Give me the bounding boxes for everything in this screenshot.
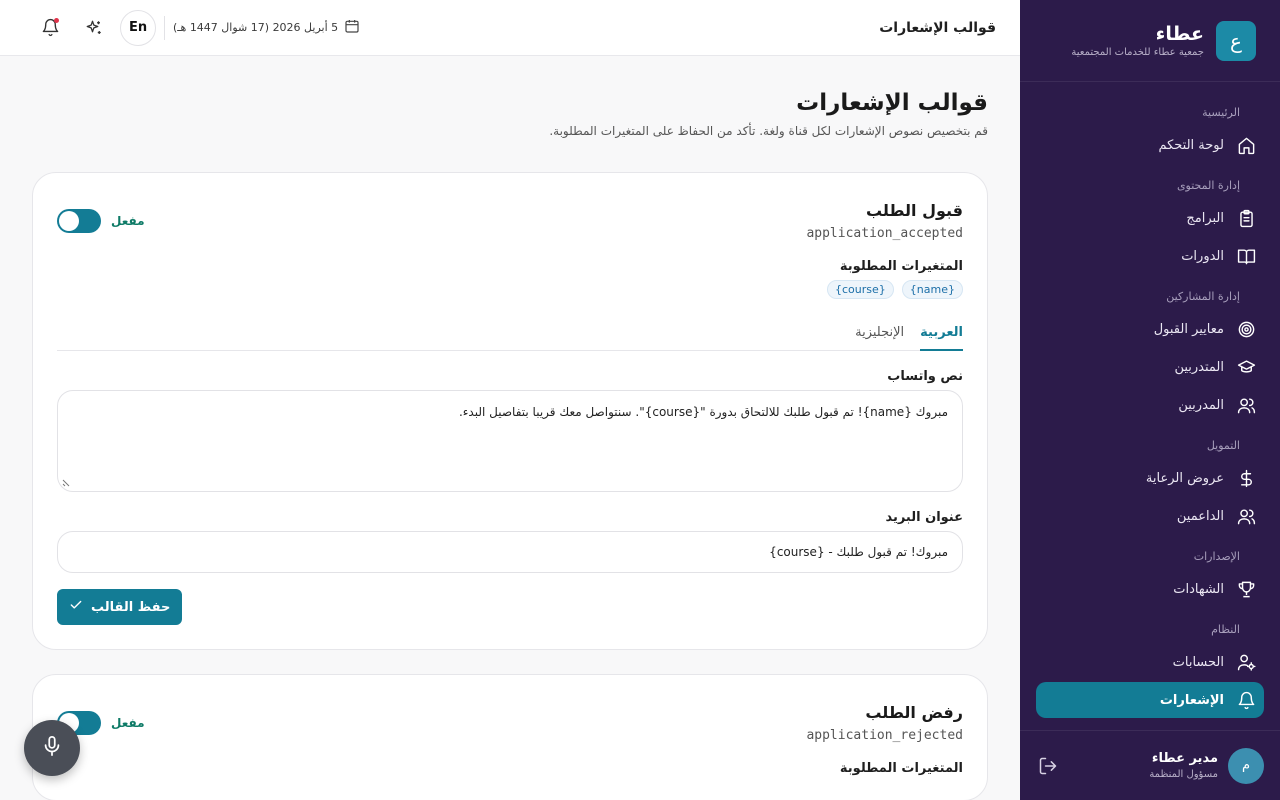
nav-section-system: النظام [1211, 623, 1240, 636]
toggle-label: مفعل [111, 214, 145, 228]
sidebar-item-label: لوحة التحكم [1158, 137, 1224, 153]
var-chip: {course} [827, 280, 894, 299]
template-title: قبول الطلب [865, 201, 963, 220]
sidebar-item-criteria[interactable]: معايير القبول [1036, 311, 1264, 347]
email-subject-text: مبروك! تم قبول طلبك - {course} [769, 545, 948, 559]
save-template-button[interactable]: حفظ القالب [57, 589, 183, 625]
nav-section-funding: التمويل [1206, 439, 1240, 452]
enabled-toggle-group: مفعل [57, 209, 145, 233]
users-icon [1236, 506, 1256, 526]
divider [164, 15, 165, 40]
dollar-icon [1236, 468, 1256, 488]
brand[interactable]: ع عطاء جمعية عطاء للخدمات المجتمعية [1020, 0, 1280, 82]
whatsapp-textarea[interactable]: مبروك {name}! تم قبول طلبك للالتحاق بدور… [57, 390, 963, 492]
sidebar-item-supporters[interactable]: الداعمين [1036, 498, 1264, 534]
sidebar-item-notifications[interactable]: الإشعارات [1036, 682, 1264, 718]
target-icon [1236, 319, 1256, 339]
page-title: قوالب الإشعارات [796, 90, 988, 116]
language-tabs: العربية الإنجليزية [57, 325, 963, 351]
page-subtitle: قم بتخصيص نصوص الإشعارات لكل قناة ولغة. … [549, 124, 988, 138]
avatar[interactable]: م [1228, 747, 1264, 784]
tab-arabic[interactable]: العربية [920, 325, 963, 351]
sidebar-item-label: معايير القبول [1153, 321, 1224, 337]
microphone-icon [41, 735, 63, 761]
sidebar-item-trainers[interactable]: المدربين [1036, 387, 1264, 423]
template-key: application_rejected [806, 728, 963, 743]
user-name: مدير عطاء [1151, 751, 1218, 766]
notification-dot [54, 17, 59, 23]
user-role: مسؤول المنظمة [1149, 769, 1218, 780]
sidebar-item-label: الإشعارات [1159, 692, 1224, 708]
sidebar-item-programs[interactable]: البرامج [1036, 200, 1264, 236]
book-icon [1236, 246, 1256, 266]
nav-section-home: الرئيسية [1202, 106, 1240, 119]
date-text: 5 أبريل 2026 (17 شوال 1447 هـ) [173, 21, 339, 34]
email-subject-label: عنوان البريد [885, 510, 963, 525]
nav-section-content: إدارة المحتوى [1176, 179, 1240, 192]
brand-name: عطاء [1155, 23, 1204, 45]
date-display: 5 أبريل 2026 (17 شوال 1447 هـ) [173, 18, 360, 37]
whatsapp-label: نص واتساب [887, 369, 963, 384]
clipboard-icon [1236, 208, 1256, 228]
sidebar-item-dashboard[interactable]: لوحة التحكم [1036, 127, 1264, 163]
var-chip: {name} [901, 280, 963, 299]
sidebar-item-courses[interactable]: الدورات [1036, 238, 1264, 274]
brand-subtitle: جمعية عطاء للخدمات المجتمعية [1071, 47, 1204, 58]
graduation-cap-icon [1236, 357, 1256, 377]
required-vars-title: المتغيرات المطلوبة [839, 761, 963, 776]
user-box: م مدير عطاء مسؤول المنظمة [1020, 730, 1280, 800]
tab-english[interactable]: الإنجليزية [855, 325, 904, 350]
sidebar-item-label: الداعمين [1176, 508, 1224, 524]
toggle-label: مفعل [111, 716, 145, 730]
sidebar-item-accounts[interactable]: الحسابات [1036, 644, 1264, 680]
sidebar-item-certificates[interactable]: الشهادات [1036, 571, 1264, 607]
home-icon [1236, 135, 1256, 155]
vars-chips: {name} {course} [57, 280, 963, 299]
template-card: قبول الطلب application_accepted مفعل الم… [32, 172, 988, 650]
sidebar-item-sponsorship[interactable]: عروض الرعاية [1036, 460, 1264, 496]
language-toggle-button[interactable]: En [120, 9, 156, 46]
sidebar-item-label: البرامج [1186, 210, 1224, 226]
email-subject-input[interactable]: مبروك! تم قبول طلبك - {course} [57, 531, 963, 573]
sidebar-item-label: المتدربين [1174, 359, 1224, 375]
sidebar-item-trainees[interactable]: المتدربين [1036, 349, 1264, 385]
logout-icon[interactable] [1036, 754, 1060, 778]
sparkles-icon[interactable] [76, 10, 112, 46]
save-button-label: حفظ القالب [91, 599, 171, 615]
resize-grip-icon[interactable] [62, 477, 72, 487]
users-icon [1236, 395, 1256, 415]
sidebar-item-label: المدربين [1178, 397, 1224, 413]
trophy-icon [1236, 579, 1256, 599]
template-title: رفض الطلب [865, 703, 963, 722]
topbar-actions: 5 أبريل 2026 (17 شوال 1447 هـ) En [24, 9, 360, 46]
notifications-bell-icon[interactable] [32, 10, 68, 46]
sidebar-nav: الرئيسية لوحة التحكم إدارة المحتوى البرا… [1020, 82, 1280, 730]
sidebar-item-label: الحسابات [1172, 654, 1224, 670]
calendar-icon [344, 18, 360, 37]
required-vars-title: المتغيرات المطلوبة [839, 259, 963, 274]
template-card: رفض الطلب application_rejected مفعل المت… [32, 674, 988, 800]
brand-logo: ع [1216, 20, 1256, 61]
topbar: قوالب الإشعارات 5 أبريل 2026 (17 شوال 14… [0, 0, 1020, 56]
sidebar-item-label: الدورات [1181, 248, 1224, 264]
sidebar-item-label: عروض الرعاية [1145, 470, 1224, 486]
whatsapp-text: مبروك {name}! تم قبول طلبك للالتحاق بدور… [458, 405, 948, 419]
template-key: application_accepted [806, 226, 963, 241]
sidebar-item-label: الشهادات [1173, 581, 1224, 597]
nav-section-releases: الإصدارات [1193, 550, 1240, 563]
check-icon [69, 598, 83, 616]
enabled-toggle[interactable] [57, 209, 101, 233]
user-cog-icon [1236, 652, 1256, 672]
nav-section-participants: إدارة المشاركين [1166, 290, 1240, 303]
main-content: قوالب الإشعارات قم بتخصيص نصوص الإشعارات… [0, 56, 1020, 800]
topbar-title: قوالب الإشعارات [879, 19, 996, 36]
bell-icon [1236, 690, 1256, 710]
sidebar: ع عطاء جمعية عطاء للخدمات المجتمعية الرئ… [1020, 0, 1280, 800]
voice-input-button[interactable] [24, 720, 80, 776]
